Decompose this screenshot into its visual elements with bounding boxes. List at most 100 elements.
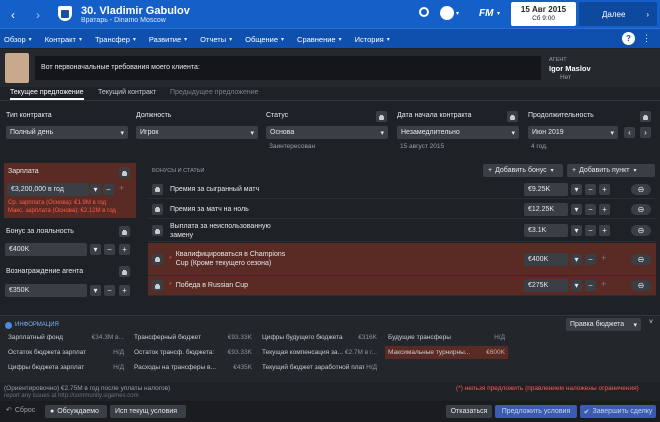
lock-icon[interactable] (119, 226, 130, 237)
club-crest-icon[interactable] (58, 6, 72, 21)
nav-item-development[interactable]: Развитие ▾ (145, 29, 187, 49)
info-value: €93.33K (227, 349, 252, 356)
minus-button[interactable]: − (585, 225, 596, 236)
duration-select[interactable]: Июн 2019 ▾ (528, 126, 618, 139)
use-current-terms-button[interactable]: Исп текущ условия (110, 405, 186, 418)
start-date-select[interactable]: Незамедлительно ▾ (397, 126, 519, 139)
chevron-down-icon: ▾ (120, 129, 124, 137)
world-icon[interactable] (440, 6, 454, 20)
plus-button[interactable]: + (601, 279, 606, 289)
propose-terms-button[interactable]: Предложить условия (495, 405, 577, 418)
nav-item-transfer[interactable]: Трансфер ▾ (91, 29, 136, 49)
decline-button[interactable]: Отказаться (446, 405, 492, 418)
bonus-value: €12.25K (528, 206, 555, 213)
plus-button[interactable]: + (119, 183, 124, 193)
minus-button[interactable]: − (104, 244, 115, 255)
nav-item-overview[interactable]: Обзор ▾ (0, 29, 32, 49)
minus-button[interactable]: − (103, 184, 114, 195)
bonus-value-input[interactable]: €9.25K (524, 183, 568, 196)
info-panel: ИНФОРМАЦИЯ Правка бюджета ▾ ˅ Зарплатный … (0, 315, 660, 382)
chevron-down-icon[interactable]: ▾ (571, 225, 582, 236)
plus-button[interactable]: + (601, 253, 606, 263)
search-icon[interactable] (419, 7, 429, 17)
minus-button[interactable]: − (585, 280, 596, 291)
nav-item-contract[interactable]: Контракт ▾ (41, 29, 82, 49)
chevron-down-icon[interactable]: ▾ (571, 184, 582, 195)
date-panel[interactable]: 15 Авг 2015 Сб 9:00 (511, 2, 576, 26)
info-value: Н/Д (364, 364, 377, 371)
help-icon[interactable]: ? (622, 32, 635, 45)
nav-item-reports[interactable]: Отчеты ▾ (196, 29, 232, 49)
lock-icon[interactable] (119, 266, 130, 277)
tab-current-offer[interactable]: Текущее предложение (10, 89, 84, 100)
forward-arrow-icon[interactable]: › (36, 8, 40, 22)
minus-button[interactable]: − (104, 285, 115, 296)
more-options-icon[interactable]: ⋮ (642, 33, 651, 44)
lock-icon[interactable] (152, 203, 163, 215)
plus-button[interactable]: + (599, 184, 610, 195)
lock-icon[interactable] (152, 280, 163, 291)
plus-button[interactable]: + (599, 225, 610, 236)
remove-icon[interactable]: ⊖ (631, 204, 651, 215)
lock-icon[interactable] (119, 167, 130, 178)
tab-previous-offer[interactable]: Предыдущее предложение (170, 89, 259, 96)
lock-icon[interactable] (152, 225, 163, 236)
lock-icon[interactable] (152, 183, 163, 195)
status-select[interactable]: Основа ▾ (266, 126, 388, 139)
collapse-chevron-icon[interactable]: ˅ (649, 319, 653, 326)
finish-deal-button[interactable]: ✔ Завершить сделку (580, 405, 656, 418)
chevron-right-icon[interactable]: › (640, 127, 651, 138)
remove-icon[interactable]: ⊖ (631, 280, 651, 291)
lock-icon[interactable] (376, 111, 387, 122)
chevron-down-icon[interactable]: ▾ (571, 204, 582, 215)
discussed-button[interactable]: ● Обсуждаемо (45, 405, 107, 418)
agent-fee-input[interactable]: €350K (5, 284, 87, 297)
nav-item-history[interactable]: История ▾ (351, 29, 390, 49)
bonus-value-input[interactable]: €275K (524, 279, 568, 292)
add-bonus-button[interactable]: + Добавить бонус ▾ (483, 164, 563, 177)
nav-item-interaction[interactable]: Общение ▾ (241, 29, 284, 49)
chevron-down-icon[interactable]: ▾ (90, 285, 101, 296)
chevron-down-icon[interactable]: ▾ (571, 280, 582, 291)
lock-icon[interactable] (640, 111, 651, 122)
remove-icon[interactable]: ⊖ (631, 184, 651, 195)
report-issues-link[interactable]: report any issues at http://community.si… (4, 393, 139, 399)
tab-current-contract[interactable]: Текущий контракт (98, 89, 156, 96)
loyalty-input[interactable]: €400K (5, 243, 87, 256)
agent-name[interactable]: Igor Maslov (549, 64, 591, 73)
back-arrow-icon[interactable]: ‹ (11, 8, 15, 22)
continue-button[interactable]: Далее › (579, 2, 657, 26)
role-select[interactable]: Игрок ▾ (136, 126, 258, 139)
nav-item-compare[interactable]: Сравнение ▾ (293, 29, 342, 49)
agent-fee-label: Вознаграждение агента (6, 268, 84, 275)
bonus-value-input[interactable]: €400K (524, 253, 568, 266)
minus-button[interactable]: − (585, 254, 596, 265)
plus-button[interactable]: + (119, 285, 130, 296)
minus-button[interactable]: − (585, 184, 596, 195)
bonus-value-input[interactable]: €3.1K (524, 224, 568, 237)
info-key: Трансферный бюджет (134, 334, 201, 341)
fm-logo[interactable]: FM (479, 8, 493, 19)
reset-button[interactable]: ↶ Сброс (6, 406, 35, 414)
remove-icon[interactable]: ⊖ (631, 225, 651, 236)
chevron-down-icon[interactable]: ▾ (571, 254, 582, 265)
chevron-down-icon[interactable]: ▾ (497, 10, 500, 17)
chevron-down-icon[interactable]: ▾ (456, 10, 459, 17)
chevron-down-icon[interactable]: ▾ (90, 184, 101, 195)
chevron-down-icon[interactable]: ▾ (90, 244, 101, 255)
bonus-value-input[interactable]: €12.25K (524, 203, 568, 216)
info-cell-warning: Максимальные турнирны... €600K (385, 346, 508, 359)
plus-button[interactable]: + (599, 204, 610, 215)
salary-input[interactable]: €3,200,000 в год (7, 183, 89, 196)
contract-type-select[interactable]: Полный день ▾ (6, 126, 128, 139)
minus-button[interactable]: − (585, 204, 596, 215)
remove-icon[interactable]: ⊖ (631, 254, 651, 265)
budget-edit-select[interactable]: Правка бюджета ▾ (566, 318, 641, 331)
plus-button[interactable]: + (119, 244, 130, 255)
add-clause-button[interactable]: + Добавить пункт ▾ (567, 164, 655, 177)
lock-icon[interactable] (507, 111, 518, 122)
check-icon: ✔ (583, 408, 590, 416)
chevron-left-icon[interactable]: ‹ (624, 127, 635, 138)
lock-icon[interactable] (152, 253, 163, 265)
status-note: Заинтересован (269, 143, 316, 150)
